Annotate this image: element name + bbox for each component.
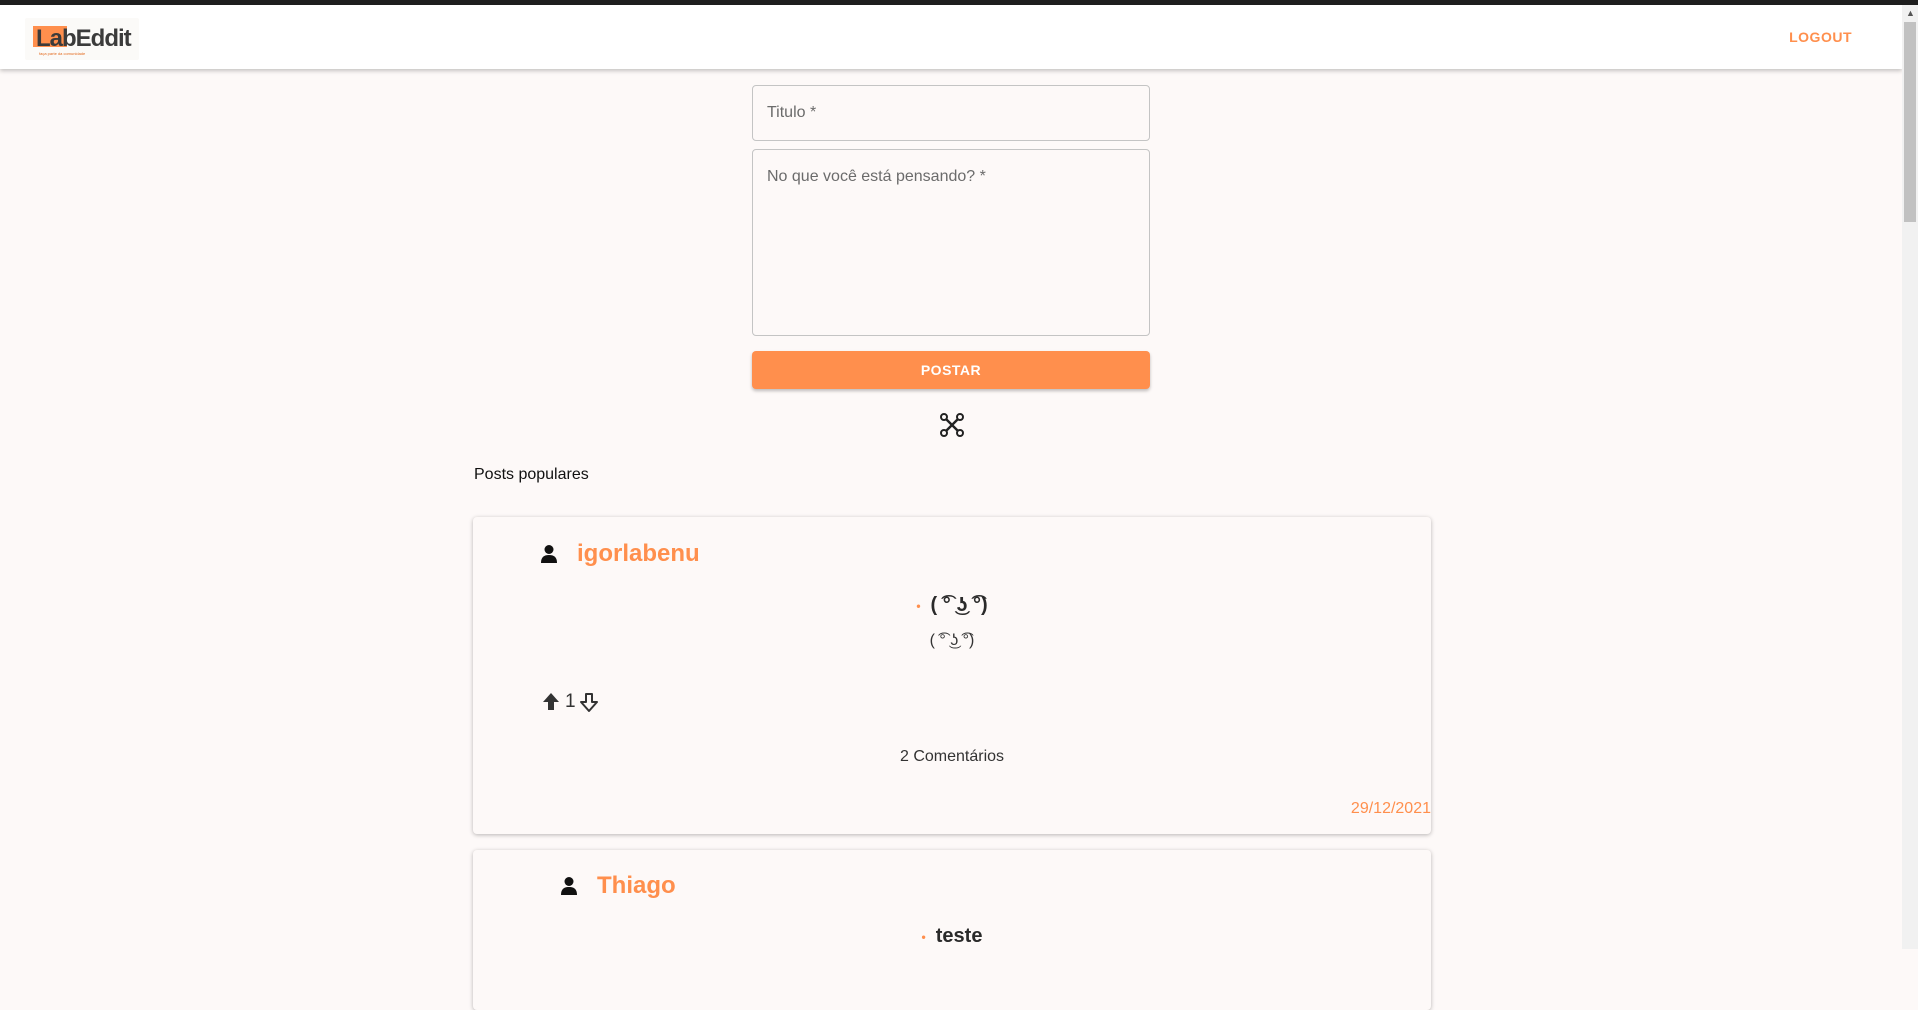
vote-controls: 1 <box>540 689 600 715</box>
page-scrollbar[interactable]: ▲ <box>1902 5 1918 949</box>
post-username[interactable]: Thiago <box>597 872 676 900</box>
logo-text: LabEddit <box>36 25 132 52</box>
app-bar: LabEddit faça parte da comunidade LOGOUT <box>0 5 1902 69</box>
comments-link[interactable]: 2 Comentários <box>473 748 1431 766</box>
user-icon <box>541 545 557 563</box>
close-icon[interactable] <box>939 412 965 438</box>
downvote-arrow-icon[interactable] <box>578 690 600 714</box>
post-title-text: ( ͡° ͜ʖ ͡°) <box>930 594 988 616</box>
post-date: 29/12/2021 <box>1350 800 1431 817</box>
bullet-icon: • <box>921 929 926 944</box>
post-title: • ( ͡° ͜ʖ ͡°) <box>473 594 1431 617</box>
upvote-arrow-icon[interactable] <box>540 690 562 714</box>
vote-count: 1 <box>565 691 576 712</box>
post-title-text: teste <box>935 925 983 947</box>
post-title-input[interactable] <box>752 85 1150 141</box>
post-card[interactable]: Thiago • teste <box>473 850 1431 1010</box>
post-body: ( ͡° ͜ʖ ͡°) <box>929 632 975 649</box>
section-title: Posts populares <box>474 466 589 483</box>
bullet-icon: • <box>916 598 921 613</box>
post-submit-button[interactable]: POSTAR <box>752 351 1150 389</box>
scroll-up-arrow-icon[interactable]: ▲ <box>1906 8 1915 18</box>
logout-button[interactable]: LOGOUT <box>1789 29 1852 45</box>
scrollbar-thumb[interactable] <box>1904 22 1916 222</box>
post-username[interactable]: igorlabenu <box>577 540 700 568</box>
labeddit-logo[interactable]: LabEddit faça parte da comunidade <box>25 18 139 60</box>
user-icon <box>561 877 577 895</box>
post-card[interactable]: igorlabenu • ( ͡° ͜ʖ ͡°) ( ͡° ͜ʖ ͡°) 1 2 … <box>473 517 1431 834</box>
post-title: • teste <box>473 925 1431 948</box>
post-body-textarea[interactable] <box>752 149 1150 336</box>
logo-tagline: faça parte da comunidade <box>39 51 86 56</box>
